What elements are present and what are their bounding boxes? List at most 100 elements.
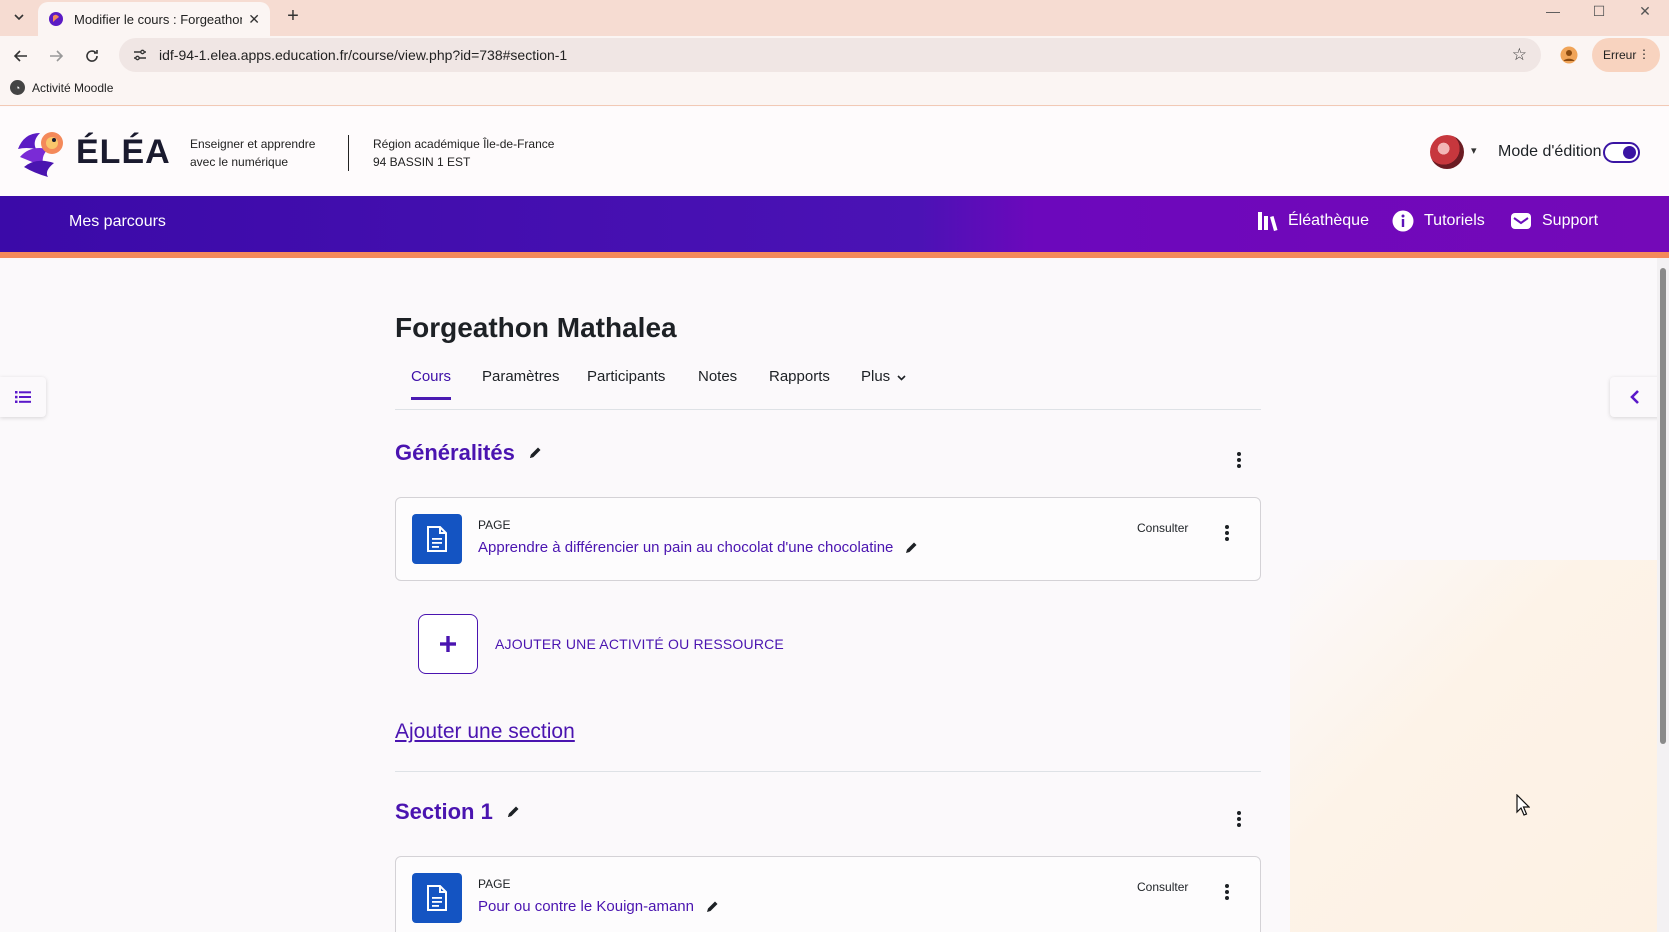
page-document-icon (412, 873, 462, 923)
address-bar[interactable]: idf-94-1.elea.apps.education.fr/course/v… (119, 38, 1541, 72)
scrollbar-thumb[interactable] (1660, 268, 1666, 744)
edit-mode-label: Mode d'édition (1498, 143, 1602, 160)
plus-icon (418, 614, 478, 674)
region-line-1: Région académique Île-de-France (373, 137, 555, 151)
background-glow (1290, 560, 1657, 932)
tagline: Enseigner et apprendre avec le numérique (190, 135, 315, 171)
chevron-left-icon (1630, 390, 1639, 404)
activity-link[interactable]: Apprendre à différencier un pain au choc… (478, 539, 919, 556)
chevron-down-icon (14, 14, 24, 20)
nav-support-label: Support (1542, 212, 1599, 229)
edit-mode-toggle[interactable] (1603, 142, 1640, 163)
close-window-button[interactable]: ✕ (1622, 0, 1668, 22)
new-tab-button[interactable]: + (280, 4, 306, 30)
user-menu-chevron-icon[interactable]: ▾ (1471, 144, 1477, 157)
site-settings-icon[interactable] (131, 46, 149, 64)
chevron-down-icon (897, 375, 906, 381)
user-avatar[interactable] (1430, 135, 1464, 169)
add-activity-button[interactable]: AJOUTER UNE ACTIVITÉ OU RESSOURCE (418, 614, 784, 674)
bookmark-item[interactable]: ◔ Activité Moodle (10, 80, 113, 95)
maximize-button[interactable]: ☐ (1576, 0, 1622, 22)
moodle-bookmark-icon: ◔ (10, 80, 25, 95)
tab-list-button[interactable] (6, 4, 32, 30)
activity-type: PAGE (478, 518, 511, 532)
profile-icon[interactable] (1556, 42, 1582, 68)
block-drawer-toggle[interactable] (1610, 377, 1660, 417)
tab-parametres[interactable]: Paramètres (482, 368, 560, 397)
profile-error-label: Erreur (1603, 48, 1637, 62)
reload-button[interactable] (78, 42, 106, 70)
nav-mes-parcours[interactable]: Mes parcours (69, 213, 166, 231)
region-line-2: 94 BASSIN 1 EST (373, 155, 471, 169)
tab-notes[interactable]: Notes (698, 368, 737, 397)
browser-toolbar: idf-94-1.elea.apps.education.fr/course/v… (0, 36, 1669, 106)
profile-error-button[interactable]: Erreur ⋮ (1592, 38, 1660, 72)
tagline-line-2: avec le numérique (190, 155, 289, 169)
info-icon (1392, 210, 1414, 232)
section-menu-kebab-icon[interactable] (1229, 808, 1249, 830)
section-header-section-1: Section 1 (395, 799, 521, 825)
activity-name[interactable]: Pour ou contre le Kouign-amann (478, 898, 694, 915)
forward-button[interactable] (42, 42, 70, 70)
nav-tutoriels[interactable]: Tutoriels (1392, 210, 1485, 232)
section-header-generalites: Généralités (395, 440, 543, 466)
add-section-link[interactable]: Ajouter une section (395, 720, 575, 744)
nav-tutoriels-label: Tutoriels (1424, 212, 1485, 229)
region-info: Région académique Île-de-France 94 BASSI… (373, 135, 554, 171)
tab-participants[interactable]: Participants (587, 368, 665, 397)
completion-requirement: Consulter (1137, 521, 1189, 535)
course-tabs: Cours Paramètres Participants Notes Rapp… (395, 362, 1261, 410)
activity-card: PAGE Apprendre à différencier un pain au… (395, 497, 1261, 581)
section-divider (395, 771, 1261, 772)
tab-cours[interactable]: Cours (411, 368, 452, 400)
tab-rapports[interactable]: Rapports (769, 368, 830, 397)
edit-pencil-icon[interactable] (505, 804, 521, 820)
tagline-line-1: Enseigner et apprendre (190, 137, 316, 151)
section-title[interactable]: Généralités (395, 440, 515, 466)
page-document-icon (412, 514, 462, 564)
bookmark-label: Activité Moodle (32, 80, 114, 95)
nav-eleatheque[interactable]: Éléathèque (1256, 210, 1369, 232)
header-divider (348, 135, 349, 171)
elea-bird-logo-icon (18, 132, 63, 177)
minimize-button[interactable]: — (1530, 0, 1576, 22)
add-activity-label: AJOUTER UNE ACTIVITÉ OU RESSOURCE (495, 636, 784, 652)
back-button[interactable] (7, 42, 35, 70)
mail-icon (1510, 210, 1532, 232)
tab-title: Modifier le cours : Forgeathon Mathalea (74, 11, 243, 27)
nav-eleatheque-label: Éléathèque (1288, 212, 1369, 229)
activity-menu-kebab-icon[interactable] (1217, 522, 1237, 544)
reload-icon (86, 50, 98, 62)
brand-wordmark: ÉLÉA (76, 132, 171, 171)
page-scrollbar[interactable] (1657, 258, 1669, 932)
edit-pencil-icon[interactable] (527, 445, 543, 461)
list-icon (15, 391, 31, 403)
elea-favicon-icon (49, 12, 63, 26)
activity-card: PAGE Pour ou contre le Kouign-amann Cons… (395, 856, 1261, 932)
tab-plus[interactable]: Plus (861, 368, 906, 397)
browser-tab-active[interactable]: Modifier le cours : Forgeathon Mathalea … (38, 2, 270, 36)
close-tab-icon[interactable]: ✕ (248, 11, 260, 28)
edit-pencil-icon[interactable] (704, 899, 720, 915)
activity-link[interactable]: Pour ou contre le Kouign-amann (478, 898, 720, 915)
arrow-right-icon (50, 50, 64, 62)
tab-plus-label: Plus (861, 368, 891, 385)
edit-pencil-icon[interactable] (903, 540, 919, 556)
bookmark-star-icon[interactable]: ☆ (1512, 45, 1527, 65)
primary-navigation: Mes parcours Éléathèque Tutoriels Suppor… (0, 196, 1669, 258)
nav-support[interactable]: Support (1510, 210, 1598, 232)
arrow-left-icon (13, 50, 27, 62)
library-icon (1256, 210, 1278, 232)
url-text: idf-94-1.elea.apps.education.fr/course/v… (159, 47, 568, 63)
site-header: ÉLÉA Enseigner et apprendre avec le numé… (0, 107, 1669, 196)
more-menu-icon: ⋮ (1638, 47, 1650, 61)
completion-requirement: Consulter (1137, 880, 1189, 894)
course-index-toggle[interactable] (0, 377, 46, 417)
toggle-knob (1623, 146, 1636, 159)
activity-name[interactable]: Apprendre à différencier un pain au choc… (478, 539, 893, 556)
section-menu-kebab-icon[interactable] (1229, 449, 1249, 471)
section-title[interactable]: Section 1 (395, 799, 493, 825)
elea-logo[interactable]: ÉLÉA (14, 127, 171, 177)
accent-bar (0, 252, 1669, 258)
activity-menu-kebab-icon[interactable] (1217, 881, 1237, 903)
